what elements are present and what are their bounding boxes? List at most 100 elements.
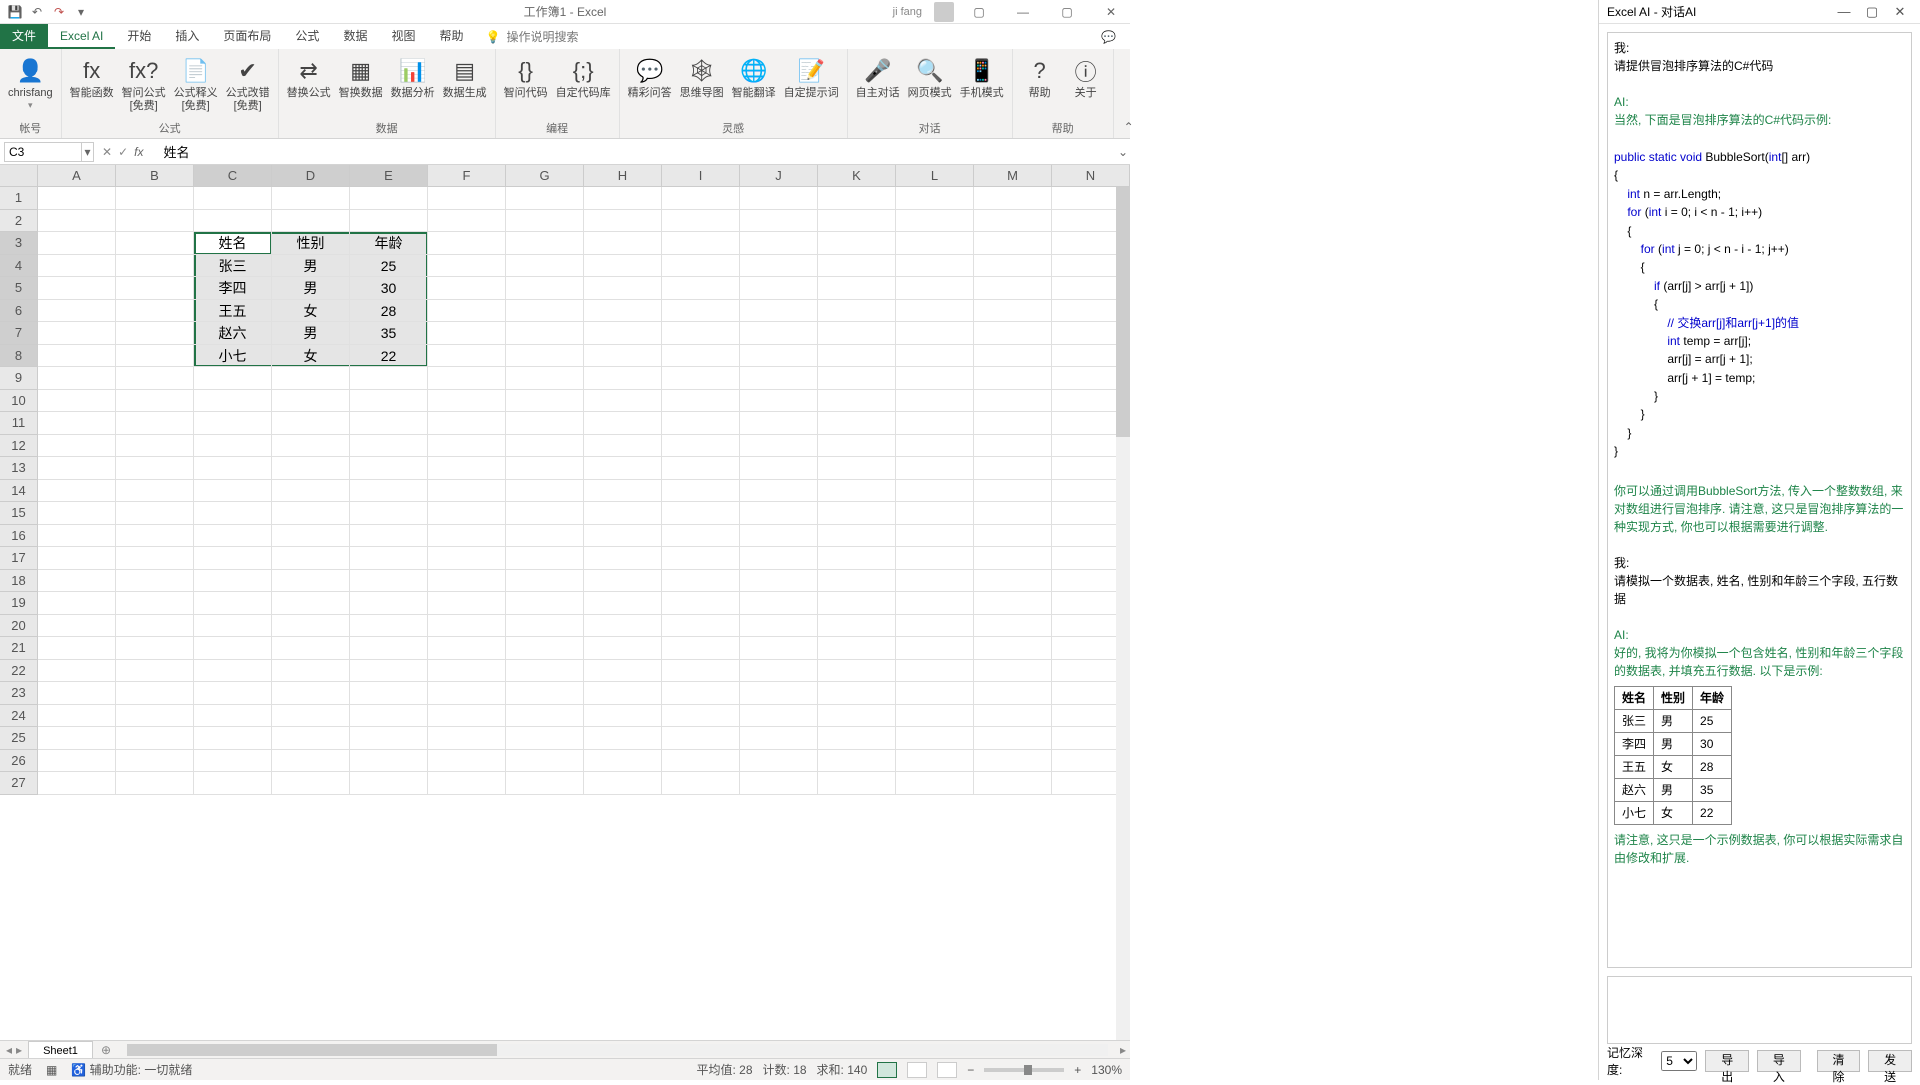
normal-view-button[interactable] [877, 1062, 897, 1078]
cell[interactable] [662, 547, 740, 570]
cell[interactable] [818, 412, 896, 435]
cell[interactable] [584, 615, 662, 638]
cell[interactable] [740, 772, 818, 795]
cell[interactable] [350, 412, 428, 435]
add-sheet-icon[interactable]: ⊕ [93, 1043, 119, 1057]
cell[interactable] [662, 637, 740, 660]
cell[interactable] [194, 592, 272, 615]
cell[interactable] [974, 547, 1052, 570]
cell[interactable] [896, 637, 974, 660]
row-header[interactable]: 1 [0, 187, 38, 210]
cell[interactable] [506, 232, 584, 255]
cell[interactable] [584, 232, 662, 255]
cell[interactable] [272, 457, 350, 480]
ribbon-button[interactable]: ▦智换数据 [339, 53, 383, 100]
cell[interactable] [974, 367, 1052, 390]
row-header[interactable]: 4 [0, 255, 38, 278]
cell[interactable] [662, 412, 740, 435]
cell[interactable] [116, 660, 194, 683]
cell[interactable] [428, 772, 506, 795]
cell[interactable] [584, 727, 662, 750]
cell[interactable] [272, 615, 350, 638]
horizontal-scrollbar[interactable] [127, 1044, 1108, 1056]
cell[interactable]: 年龄 [350, 232, 428, 255]
cell[interactable] [740, 660, 818, 683]
cell[interactable] [974, 210, 1052, 233]
cell[interactable] [506, 210, 584, 233]
vertical-scrollbar[interactable] [1116, 187, 1130, 1042]
column-header[interactable]: B [116, 165, 194, 187]
tab-layout[interactable]: 页面布局 [211, 24, 283, 49]
ribbon-button[interactable]: 🕸思维导图 [680, 53, 724, 100]
column-header[interactable]: A [38, 165, 116, 187]
worksheet-grid[interactable]: ABCDEFGHIJKLMN 123姓名性别年龄4张三男255李四男306王五女… [0, 165, 1130, 1042]
cell[interactable] [38, 772, 116, 795]
maximize-icon[interactable]: ▢ [1860, 4, 1884, 20]
cell[interactable]: 张三 [194, 255, 272, 278]
name-box-dropdown[interactable]: ▾ [82, 142, 94, 162]
cell[interactable] [116, 277, 194, 300]
cell[interactable] [896, 480, 974, 503]
cell[interactable] [740, 255, 818, 278]
row-header[interactable]: 10 [0, 390, 38, 413]
cell[interactable] [272, 637, 350, 660]
ribbon-button[interactable]: ?帮助 [1021, 53, 1059, 100]
cell[interactable] [38, 727, 116, 750]
cell[interactable] [662, 435, 740, 458]
cell[interactable] [38, 480, 116, 503]
cell[interactable] [38, 367, 116, 390]
close-icon[interactable]: ✕ [1888, 4, 1912, 20]
tell-me-search[interactable]: 💡 操作说明搜索 [485, 28, 578, 45]
cell[interactable] [116, 592, 194, 615]
cell[interactable] [740, 277, 818, 300]
cell[interactable] [818, 277, 896, 300]
cell[interactable] [974, 660, 1052, 683]
cell[interactable] [818, 637, 896, 660]
avatar[interactable] [934, 2, 954, 22]
cell[interactable] [818, 570, 896, 593]
zoom-in-icon[interactable]: + [1074, 1063, 1081, 1077]
cell[interactable] [740, 750, 818, 773]
cell[interactable] [740, 367, 818, 390]
cell[interactable] [194, 457, 272, 480]
cell[interactable] [194, 367, 272, 390]
cancel-icon[interactable]: ✕ [102, 145, 112, 159]
cell[interactable] [896, 367, 974, 390]
column-header[interactable]: I [662, 165, 740, 187]
cell[interactable] [662, 367, 740, 390]
cell[interactable] [428, 705, 506, 728]
row-header[interactable]: 3 [0, 232, 38, 255]
cell[interactable] [740, 637, 818, 660]
cell[interactable] [428, 390, 506, 413]
cell[interactable] [740, 412, 818, 435]
tab-data[interactable]: 数据 [331, 24, 379, 49]
cell[interactable] [194, 727, 272, 750]
cell[interactable] [896, 390, 974, 413]
memory-depth-select[interactable]: 5 [1661, 1051, 1697, 1071]
cell[interactable] [974, 750, 1052, 773]
cell[interactable] [740, 322, 818, 345]
cell[interactable] [38, 682, 116, 705]
row-header[interactable]: 20 [0, 615, 38, 638]
cell[interactable] [38, 187, 116, 210]
scrollbar-thumb[interactable] [1116, 187, 1130, 437]
cell[interactable] [662, 772, 740, 795]
cell[interactable] [38, 502, 116, 525]
cell[interactable] [584, 435, 662, 458]
cell[interactable] [818, 615, 896, 638]
cell[interactable] [584, 390, 662, 413]
cell[interactable] [740, 705, 818, 728]
select-all-triangle[interactable] [0, 165, 38, 187]
row-header[interactable]: 13 [0, 457, 38, 480]
cell[interactable] [350, 480, 428, 503]
cell[interactable] [116, 255, 194, 278]
cell[interactable]: 赵六 [194, 322, 272, 345]
cell[interactable] [38, 457, 116, 480]
cell[interactable] [818, 772, 896, 795]
ribbon-button[interactable]: fx智能函数 [70, 53, 114, 100]
page-layout-view-button[interactable] [907, 1062, 927, 1078]
tab-formula[interactable]: 公式 [283, 24, 331, 49]
column-header[interactable]: E [350, 165, 428, 187]
cell[interactable] [818, 210, 896, 233]
enter-icon[interactable]: ✓ [118, 145, 128, 159]
